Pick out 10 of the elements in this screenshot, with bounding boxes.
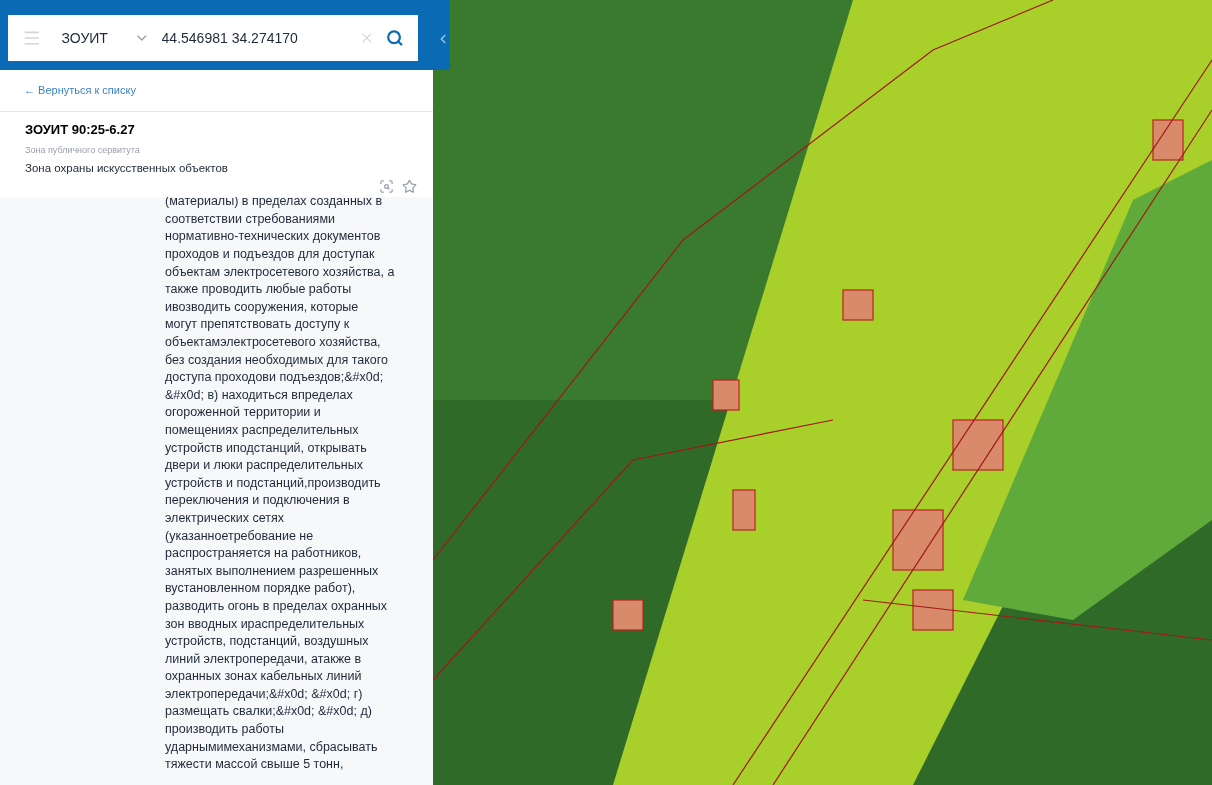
back-link[interactable]: ← Вернуться к списку [24, 82, 136, 99]
object-title: ЗОУИТ 90:25-6.27 [25, 121, 136, 139]
search-icon[interactable] [386, 29, 404, 47]
object-category: Зона публичного сервитута [25, 143, 141, 157]
preview-icon[interactable] [379, 179, 394, 195]
star-icon[interactable] [402, 179, 417, 195]
map-drawing[interactable] [433, 0, 1212, 785]
object-name: Зона охраны искусственных объектов [25, 161, 229, 176]
coordinates-input[interactable]: 44.546981 34.274170 [161, 27, 347, 49]
layer-select[interactable]: ЗОУИТ [61, 27, 122, 49]
